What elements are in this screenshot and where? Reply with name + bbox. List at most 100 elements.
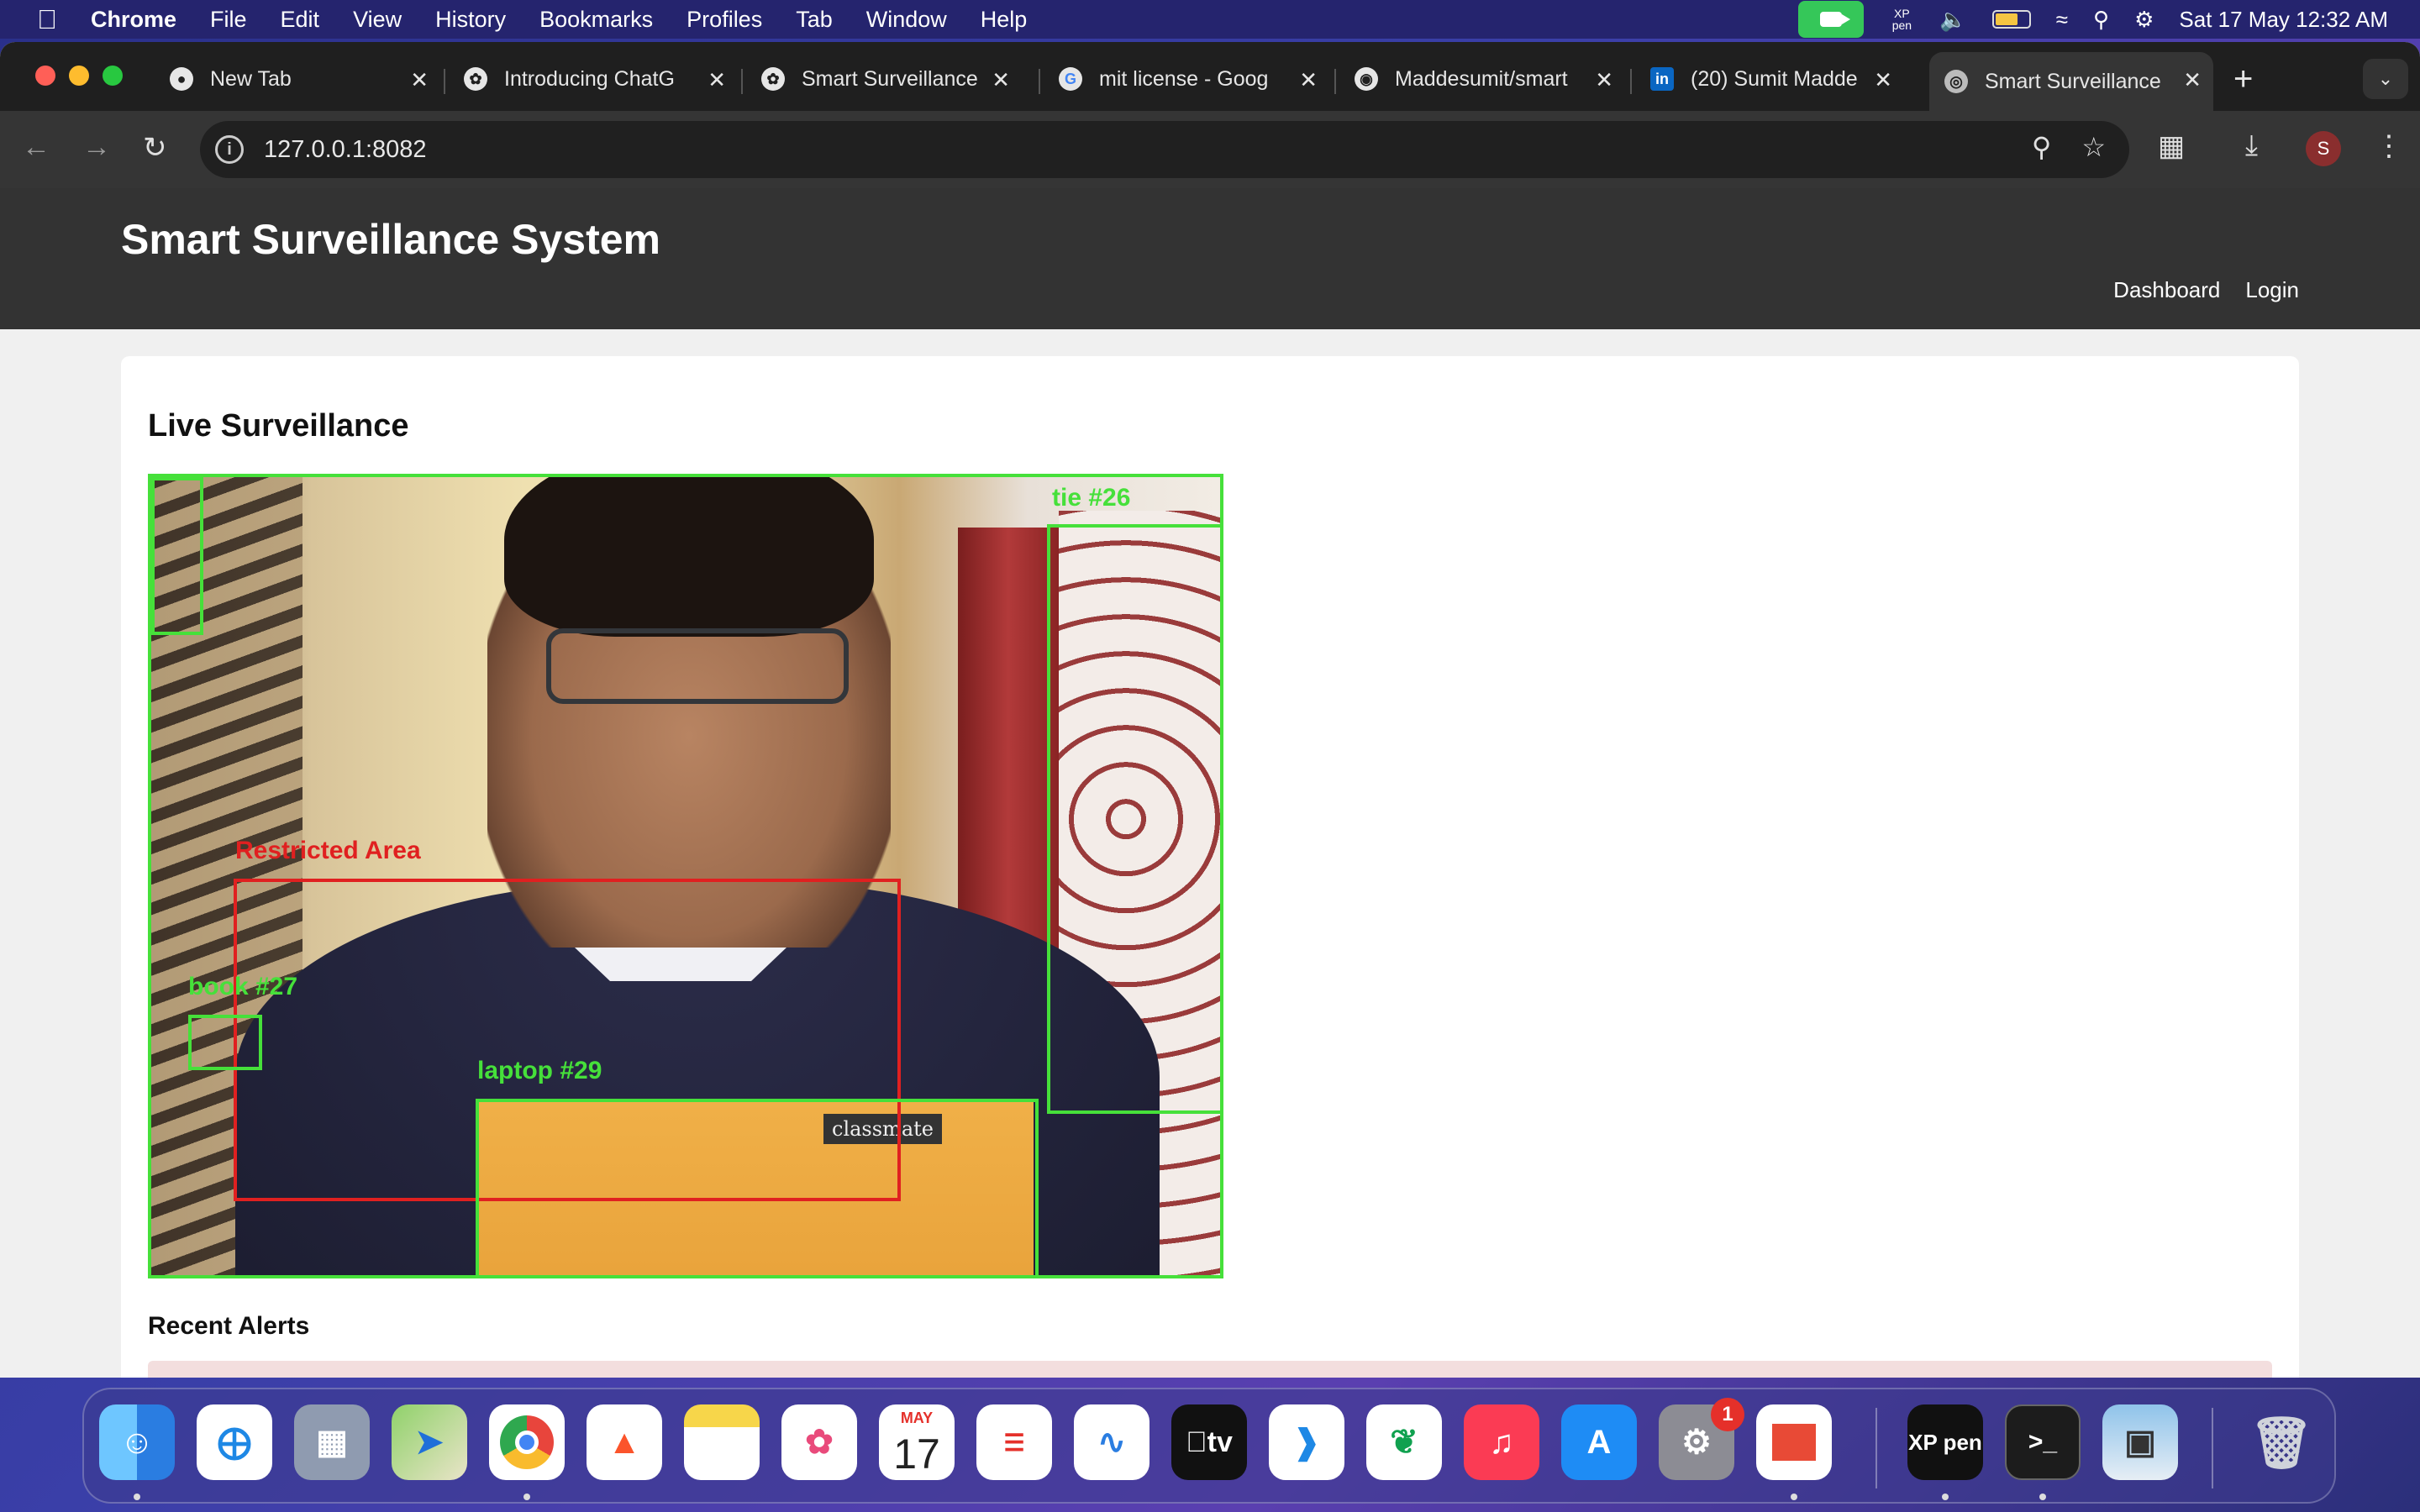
forward-arrow-icon[interactable]: → xyxy=(82,131,111,164)
tab-title: (20) Sumit Madde xyxy=(1691,66,1858,91)
bookmark-star-icon[interactable]: ☆ xyxy=(2081,131,2106,163)
apple-icon[interactable]:  xyxy=(32,4,62,35)
close-tab-icon[interactable]: ✕ xyxy=(708,67,726,93)
close-tab-icon[interactable]: ✕ xyxy=(410,67,429,93)
tab-title: mit license - Goog xyxy=(1099,66,1269,91)
detection-label-tie: tie #26 xyxy=(1052,484,1131,512)
new-tab-icon[interactable]: + xyxy=(2233,60,2253,98)
tab-new-tab[interactable]: ● New Tab ✕ xyxy=(155,52,440,106)
menu-view[interactable]: View xyxy=(353,7,402,33)
menu-profiles[interactable]: Profiles xyxy=(687,7,762,33)
menu-app-chrome[interactable]: Chrome xyxy=(91,7,176,33)
brave-icon[interactable]: ▲ xyxy=(587,1404,662,1480)
running-indicator xyxy=(134,1494,140,1500)
menu-tab[interactable]: Tab xyxy=(796,7,833,33)
calendar-icon[interactable]: MAY 17 xyxy=(879,1404,955,1480)
close-tab-icon[interactable]: ✕ xyxy=(1299,67,1318,93)
tab-divider xyxy=(741,69,743,94)
freeform-icon[interactable]: ∿ xyxy=(1074,1404,1150,1480)
maps-icon[interactable]: ➤ xyxy=(392,1404,467,1480)
chrome-dock-icon[interactable] xyxy=(489,1404,565,1480)
tab-smart-surveillance-chat[interactable]: ✿ Smart Surveillance ✕ xyxy=(746,52,1022,106)
system-settings-icon[interactable]: ⚙ 1 xyxy=(1659,1398,1744,1480)
download-icon[interactable]: ⤓ xyxy=(2245,129,2258,162)
menubar-datetime[interactable]: Sat 17 May 12:32 AM xyxy=(2179,3,2388,36)
menu-history[interactable]: History xyxy=(435,7,506,33)
tab-title: Introducing ChatG xyxy=(504,66,675,91)
site-nav: Dashboard Login xyxy=(2113,277,2299,303)
reminders-icon[interactable]: ☰ xyxy=(976,1404,1052,1480)
menu-window[interactable]: Window xyxy=(866,7,947,33)
profile-avatar[interactable]: S xyxy=(2306,131,2341,166)
mongodb-compass-icon[interactable]: ❦ xyxy=(1366,1404,1442,1480)
tab-github-repo[interactable]: ◉ Maddesumit/smart ✕ xyxy=(1339,52,1625,106)
xppen-app-icon[interactable]: XP pen xyxy=(1907,1404,1983,1480)
reload-icon[interactable]: ↻ xyxy=(143,131,167,165)
chrome-menu-kebab-icon[interactable]: ⋮ xyxy=(2375,129,2403,163)
battery-icon[interactable] xyxy=(1991,3,2031,36)
close-tab-icon[interactable]: ✕ xyxy=(992,67,1010,93)
terminal-icon[interactable]: >_ xyxy=(2005,1404,2081,1480)
finder-icon[interactable]: ☺ xyxy=(99,1404,175,1480)
chrome-window: ● New Tab ✕ ✿ Introducing ChatG ✕ ✿ Smar… xyxy=(0,42,2420,1378)
live-video-feed: classmate tie #26 Restricted Area book #… xyxy=(148,474,1223,1278)
notes-icon[interactable] xyxy=(684,1404,760,1480)
nav-link-login[interactable]: Login xyxy=(2245,277,2299,303)
music-icon[interactable]: ♫ xyxy=(1464,1404,1539,1480)
alert-item[interactable] xyxy=(148,1361,2272,1378)
running-indicator xyxy=(1942,1494,1949,1500)
slides-presentation-icon[interactable] xyxy=(1756,1404,1832,1480)
menu-file[interactable]: File xyxy=(210,7,247,33)
linkedin-icon: in xyxy=(1650,67,1674,91)
url-text[interactable]: 127.0.0.1:8082 xyxy=(264,136,427,164)
safari-icon[interactable]: ⨁ xyxy=(197,1404,272,1480)
wifi-icon[interactable]: ≈ xyxy=(2056,3,2068,36)
chrome-icon: ● xyxy=(170,67,193,91)
menu-help[interactable]: Help xyxy=(981,7,1028,33)
close-tab-icon[interactable]: ✕ xyxy=(1874,67,1892,93)
vscode-icon[interactable]: ❱ xyxy=(1269,1404,1344,1480)
close-window-button[interactable] xyxy=(35,66,55,86)
back-arrow-icon[interactable]: ← xyxy=(22,131,50,164)
tab-divider xyxy=(1334,69,1336,94)
apple-tv-icon[interactable]: tv xyxy=(1171,1404,1247,1480)
tab-linkedin-profile[interactable]: in (20) Sumit Madde ✕ xyxy=(1635,52,1904,106)
tab-divider xyxy=(1039,69,1040,94)
detection-label-book: book #27 xyxy=(188,973,298,1000)
minimize-window-button[interactable] xyxy=(69,66,89,86)
launchpad-icon[interactable]: ▦ xyxy=(294,1404,370,1480)
nav-link-dashboard[interactable]: Dashboard xyxy=(2113,277,2220,303)
extensions-puzzle-icon[interactable]: ▦ xyxy=(2158,129,2185,163)
volume-icon[interactable]: 🔈 xyxy=(1939,3,1966,36)
menu-bookmarks[interactable]: Bookmarks xyxy=(539,7,653,33)
detection-box-laptop xyxy=(476,1099,1039,1275)
preview-icon[interactable]: ▣ xyxy=(2102,1404,2178,1480)
control-center-icon[interactable]: ⚙ xyxy=(2134,3,2154,36)
browser-toolbar: ← → ↻ i 127.0.0.1:8082 ⚲ ☆ ▦ ⤓ S ⋮ xyxy=(0,111,2420,188)
zoom-magnifier-icon[interactable]: ⚲ xyxy=(2032,131,2051,163)
photos-icon[interactable]: ✿ xyxy=(781,1404,857,1480)
tab-smart-surveillance-active[interactable]: ◎ Smart Surveillance ✕ xyxy=(1929,52,2213,111)
tab-strip: ● New Tab ✕ ✿ Introducing ChatG ✕ ✿ Smar… xyxy=(0,42,2420,111)
site-info-icon[interactable]: i xyxy=(215,135,244,164)
tab-introducing-chatgpt[interactable]: ✿ Introducing ChatG ✕ xyxy=(449,52,738,106)
close-tab-icon[interactable]: ✕ xyxy=(2183,67,2202,93)
site-title: Smart Surveillance System xyxy=(121,216,660,263)
camera-in-use-icon[interactable] xyxy=(1798,1,1865,38)
menubar-status-area: XP pen 🔈 ≈ ⚲ ⚙ Sat 17 May 12:32 AM xyxy=(1798,0,2388,39)
tab-mit-license-google[interactable]: G mit license - Goog ✕ xyxy=(1044,52,1329,106)
zoom-window-button[interactable] xyxy=(103,66,123,86)
menu-edit[interactable]: Edit xyxy=(281,7,320,33)
trash-icon[interactable]: 🗑 xyxy=(2244,1404,2319,1480)
spotlight-search-icon[interactable]: ⚲ xyxy=(2093,3,2109,36)
app-store-icon[interactable]: A xyxy=(1561,1404,1637,1480)
content-card: Live Surveillance classmate tie #26 Rest… xyxy=(121,356,2299,1378)
detection-label-laptop: laptop #29 xyxy=(477,1057,602,1084)
address-bar[interactable]: i 127.0.0.1:8082 ⚲ ☆ xyxy=(200,121,2129,178)
close-tab-icon[interactable]: ✕ xyxy=(1595,67,1613,93)
xppen-menubar-icon[interactable]: XP pen xyxy=(1889,3,1914,36)
dock-divider xyxy=(1876,1408,1877,1488)
tab-search-chevron-icon[interactable]: ⌄ xyxy=(2363,59,2408,99)
google-icon: G xyxy=(1059,67,1082,91)
github-icon: ◉ xyxy=(1355,67,1378,91)
